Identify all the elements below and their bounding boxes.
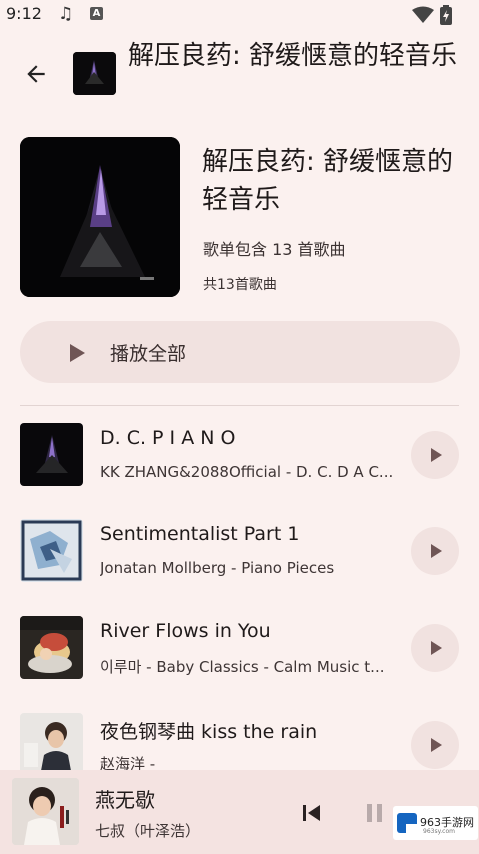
play-icon [431,641,442,655]
header-title: 解压良药: 舒缓惬意的轻音乐 [128,41,458,71]
song-thumbnail [20,519,83,582]
header-cover-thumbnail [73,52,116,95]
song-row[interactable]: D. C. P I A N O KK ZHANG&2088Official - … [0,423,479,519]
song-thumbnail [20,713,83,776]
pause-button[interactable] [360,800,390,826]
skip-previous-icon [303,805,320,821]
song-play-button[interactable] [411,721,459,769]
mini-player[interactable]: 燕无歇 七叔（叶泽浩） 963手游网 963sy.com [0,770,479,854]
playlist-title: 解压良药: 舒缓惬意的轻音乐 [202,147,454,215]
playlist-song-count: 共13首歌曲 [203,277,277,293]
top-app-bar: 解压良药: 舒缓惬意的轻音乐 [0,30,479,120]
now-playing-artist: 七叔（叶泽浩） [95,822,201,840]
play-icon [431,544,442,558]
status-time: 9:12 [6,4,42,23]
song-play-button[interactable] [411,431,459,479]
play-icon [70,344,85,362]
battery-icon [440,5,452,25]
logo-icon [397,813,417,835]
play-icon [431,738,442,752]
song-subtitle: Jonatan Mollberg - Piano Pieces [100,559,335,577]
a-notification-icon: A [90,7,103,20]
previous-button[interactable] [298,800,324,826]
song-subtitle: 이루마 - Baby Classics - Calm Music t... [100,658,385,676]
arrow-back-icon [27,65,45,83]
back-button[interactable] [18,56,54,92]
song-row[interactable]: River Flows in You 이루마 - Baby Classics -… [0,616,479,712]
play-all-label: 播放全部 [110,343,187,365]
wifi-icon [412,6,434,23]
song-thumbnail [20,616,83,679]
song-play-button[interactable] [411,527,459,575]
playlist-description: 歌单包含 13 首歌曲 [203,240,346,259]
pause-icon [367,804,382,822]
song-title: Sentimentalist Part 1 [100,523,300,545]
now-playing-title: 燕无歇 [95,788,155,812]
watermark-logo: 963手游网 963sy.com [393,806,478,840]
play-all-button[interactable]: 播放全部 [20,321,460,383]
watermark-subtext: 963sy.com [423,828,455,835]
song-title: River Flows in You [100,620,271,642]
music-note-icon: ♫ [58,4,74,24]
song-play-button[interactable] [411,624,459,672]
playlist-cover [20,137,180,297]
song-title: 夜色钢琴曲 kiss the rain [100,721,318,743]
now-playing-artwork [12,778,79,845]
divider [20,405,459,406]
song-subtitle: KK ZHANG&2088Official - D. C. D A C... [100,463,394,481]
song-row[interactable]: Sentimentalist Part 1 Jonatan Mollberg -… [0,519,479,615]
status-bar: 9:12 ♫ A [0,0,479,30]
play-icon [431,448,442,462]
song-title: D. C. P I A N O [100,427,236,449]
song-thumbnail [20,423,83,486]
